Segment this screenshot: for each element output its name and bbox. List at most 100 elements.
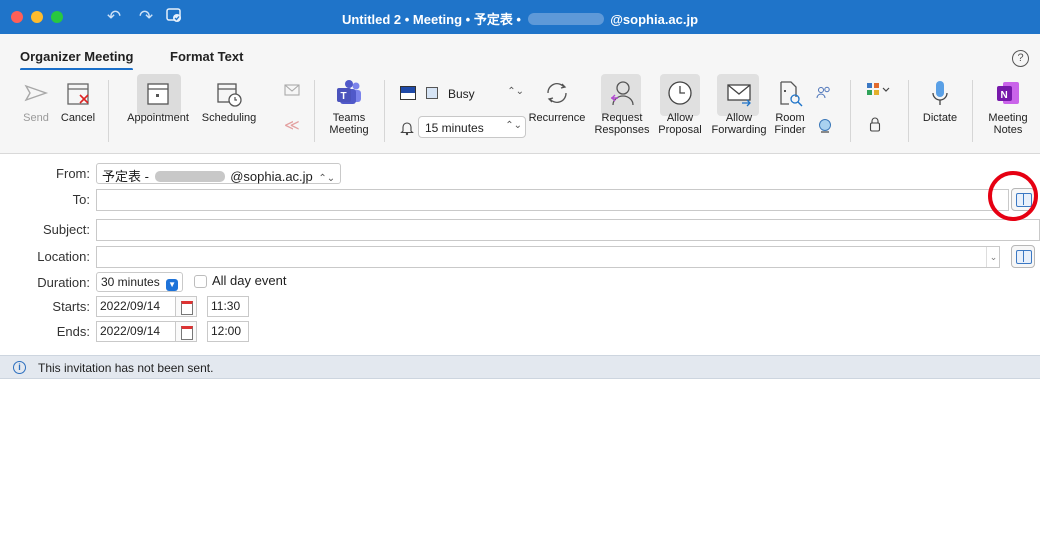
stepper-icon: ⌃⌄ xyxy=(505,120,522,131)
appointment-button[interactable]: Appointment xyxy=(120,78,196,124)
cancel-label: Cancel xyxy=(60,112,96,124)
allow-forwarding-line2: Forwarding xyxy=(711,124,767,136)
tab-organizer-meeting[interactable]: Organizer Meeting xyxy=(20,49,134,71)
info-bar-text: This invitation has not been sent. xyxy=(38,361,214,375)
meeting-notes-button[interactable]: N Meeting Notes xyxy=(980,78,1036,136)
appointment-icon xyxy=(147,83,169,105)
ribbon-separator xyxy=(384,80,385,142)
microphone-icon xyxy=(932,81,948,105)
busy-swatch xyxy=(426,87,438,99)
title-suffix: @sophia.ac.jp xyxy=(610,12,699,27)
location-address-book-button[interactable] xyxy=(1011,245,1035,268)
body-editor[interactable] xyxy=(0,380,1040,550)
allow-proposal-line2: Proposal xyxy=(658,124,702,136)
window-title: Untitled 2 • Meeting • 予定表 • @sophia.ac.… xyxy=(0,9,1040,28)
subject-input[interactable] xyxy=(96,219,1040,241)
ends-label: Ends: xyxy=(56,324,90,339)
request-responses-icon xyxy=(611,81,634,106)
ends-time-input[interactable]: 12:00 xyxy=(207,321,249,342)
outlook-meeting-window: ↶ ↷ Untitled 2 • Meeting • 予定表 • @sophia… xyxy=(0,0,1040,550)
envelope-forward-icon xyxy=(727,84,751,107)
show-as-select[interactable]: Busy ⌃⌄ xyxy=(400,84,526,106)
attendees-icon[interactable] xyxy=(816,86,832,103)
send-button[interactable]: Send xyxy=(20,78,52,124)
request-label-line1: Request xyxy=(601,112,643,124)
room-finder-line1: Room xyxy=(775,112,805,124)
ribbon-separator xyxy=(108,80,109,142)
info-bar: i This invitation has not been sent. xyxy=(0,355,1040,379)
from-suffix: @sophia.ac.jp xyxy=(230,169,313,184)
meeting-notes-line1: Meeting xyxy=(988,112,1028,124)
ribbon-separator xyxy=(972,80,973,142)
scheduling-icon xyxy=(217,83,242,107)
duration-select[interactable]: 30 minutes ▼ xyxy=(96,272,184,292)
to-input[interactable] xyxy=(96,189,1009,211)
onenote-icon: N xyxy=(997,82,1019,104)
allow-forwarding-line1: Allow xyxy=(725,112,753,124)
send-icon xyxy=(24,84,49,102)
info-icon: i xyxy=(13,361,26,374)
stepper-icon: ⌃⌄ xyxy=(318,173,336,184)
location-input[interactable] xyxy=(96,246,1000,268)
ribbon-tabs: Organizer Meeting Format Text ? xyxy=(0,34,1040,71)
scheduling-button[interactable]: Scheduling xyxy=(200,78,258,124)
title-bar: ↶ ↷ Untitled 2 • Meeting • 予定表 • @sophia… xyxy=(0,0,1040,34)
all-day-label: All day event xyxy=(212,273,287,288)
svg-text:T: T xyxy=(341,91,347,102)
mail-small-icon[interactable] xyxy=(284,84,300,99)
teams-label-line1: Teams xyxy=(332,112,366,124)
highlight-circle xyxy=(988,171,1038,221)
title-prefix: Untitled 2 • Meeting • 予定表 • xyxy=(341,12,521,27)
appointment-label: Appointment xyxy=(127,112,189,124)
apps-grid-icon[interactable] xyxy=(866,82,892,101)
allow-forwarding-button[interactable]: Allow Forwarding xyxy=(710,78,768,136)
allow-proposal-button[interactable]: Allow Proposal xyxy=(656,78,704,136)
all-day-checkbox[interactable] xyxy=(194,275,207,288)
ends-calendar-icon[interactable] xyxy=(175,321,197,342)
redacted-email xyxy=(154,171,225,182)
ribbon-separator xyxy=(314,80,315,142)
show-as-value: Busy xyxy=(448,87,475,101)
from-select[interactable]: 予定表 - @sophia.ac.jp ⌃⌄ xyxy=(96,163,342,184)
reminder-bell-icon xyxy=(400,120,414,139)
starts-date-input[interactable]: 2022/09/14 xyxy=(96,296,176,317)
to-label: To: xyxy=(72,192,90,207)
teams-label-line2: Meeting xyxy=(329,124,369,136)
room-finder-icon xyxy=(780,81,803,107)
meeting-notes-line2: Notes xyxy=(993,124,1023,136)
cancel-button[interactable]: Cancel xyxy=(58,78,98,124)
ribbon-toolbar: Send Cancel Appointment Scheduling ≪ T T… xyxy=(0,70,1040,154)
duration-value: 30 minutes xyxy=(101,275,160,289)
clock-icon xyxy=(668,81,692,105)
redacted-email xyxy=(527,13,604,25)
location-label: Location: xyxy=(37,249,90,264)
globe-icon[interactable] xyxy=(818,118,832,137)
show-as-color-icon xyxy=(400,86,416,100)
scheduling-label: Scheduling xyxy=(201,112,257,124)
cancel-meeting-icon xyxy=(67,83,89,105)
allow-proposal-line1: Allow xyxy=(666,112,694,124)
dictate-label: Dictate xyxy=(922,112,958,124)
ends-date-input[interactable]: 2022/09/14 xyxy=(96,321,176,342)
starts-time-input[interactable]: 11:30 xyxy=(207,296,249,317)
request-responses-button[interactable]: Request Responses xyxy=(592,78,652,136)
teams-icon: T xyxy=(337,80,361,104)
location-dropdown-icon[interactable]: ⌄ xyxy=(986,247,1000,267)
forward-disabled-icon[interactable]: ≪ xyxy=(284,116,300,134)
room-finder-button[interactable]: Room Finder xyxy=(770,78,810,136)
recurrence-icon xyxy=(547,83,567,103)
lock-icon[interactable] xyxy=(868,116,882,135)
dictate-button[interactable]: Dictate xyxy=(916,78,964,124)
from-prefix: 予定表 - xyxy=(102,169,149,184)
from-label: From: xyxy=(56,166,90,181)
starts-calendar-icon[interactable] xyxy=(175,296,197,317)
room-finder-line2: Finder xyxy=(774,124,806,136)
reminder-select[interactable]: 15 minutes ⌃⌄ xyxy=(418,116,526,138)
tab-format-text[interactable]: Format Text xyxy=(170,49,243,64)
recurrence-button[interactable]: Recurrence xyxy=(526,78,588,124)
teams-meeting-button[interactable]: T Teams Meeting xyxy=(326,78,372,136)
ribbon-separator xyxy=(908,80,909,142)
svg-text:N: N xyxy=(1001,90,1008,101)
help-icon[interactable]: ? xyxy=(1012,50,1029,67)
chevron-down-icon: ▼ xyxy=(166,279,179,291)
